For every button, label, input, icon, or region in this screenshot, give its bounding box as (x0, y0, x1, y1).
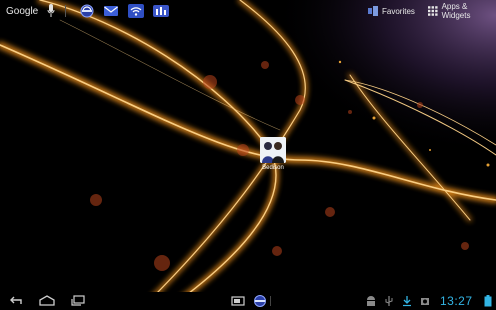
wifi-icon[interactable] (128, 4, 144, 18)
contact-shortcut[interactable]: Bedison (256, 137, 290, 177)
favorites-label: Favorites (382, 6, 415, 16)
apps-grid-icon (428, 6, 438, 16)
favorites-icon (368, 6, 378, 16)
camera-icon (421, 298, 429, 305)
nav-divider (270, 296, 271, 306)
sync-icon[interactable] (79, 4, 95, 18)
apps-widgets-label: Apps & Widgets (441, 2, 471, 20)
status-clock[interactable]: 13:27 (440, 294, 473, 308)
screenshot-icon[interactable] (231, 294, 245, 308)
back-icon[interactable] (8, 294, 24, 308)
android-debug-icon (367, 296, 375, 306)
download-icon (403, 296, 411, 307)
battery-icon (484, 295, 492, 307)
contact-photo (260, 137, 286, 163)
settings-icon[interactable] (153, 4, 169, 18)
system-bar: 13:27 (0, 292, 496, 310)
google-search-button[interactable]: Google (6, 3, 38, 19)
app-notification-icon[interactable] (253, 294, 267, 308)
email-icon[interactable] (103, 4, 119, 18)
favorites-button[interactable]: Favorites (368, 4, 415, 18)
google-search-label: Google (6, 5, 39, 17)
top-bar: Google Favorites Apps & Widgets (0, 0, 496, 24)
live-wallpaper (0, 0, 496, 310)
home-icon[interactable] (38, 294, 56, 308)
contact-label: Bedison (262, 165, 284, 171)
recent-apps-icon[interactable] (70, 294, 86, 308)
home-screen: Google Favorites Apps & Widgets Bedison … (0, 0, 496, 310)
microphone-icon[interactable] (46, 3, 56, 19)
search-divider (65, 5, 66, 17)
apps-widgets-button[interactable]: Apps & Widgets (428, 2, 496, 20)
usb-icon (385, 296, 393, 306)
